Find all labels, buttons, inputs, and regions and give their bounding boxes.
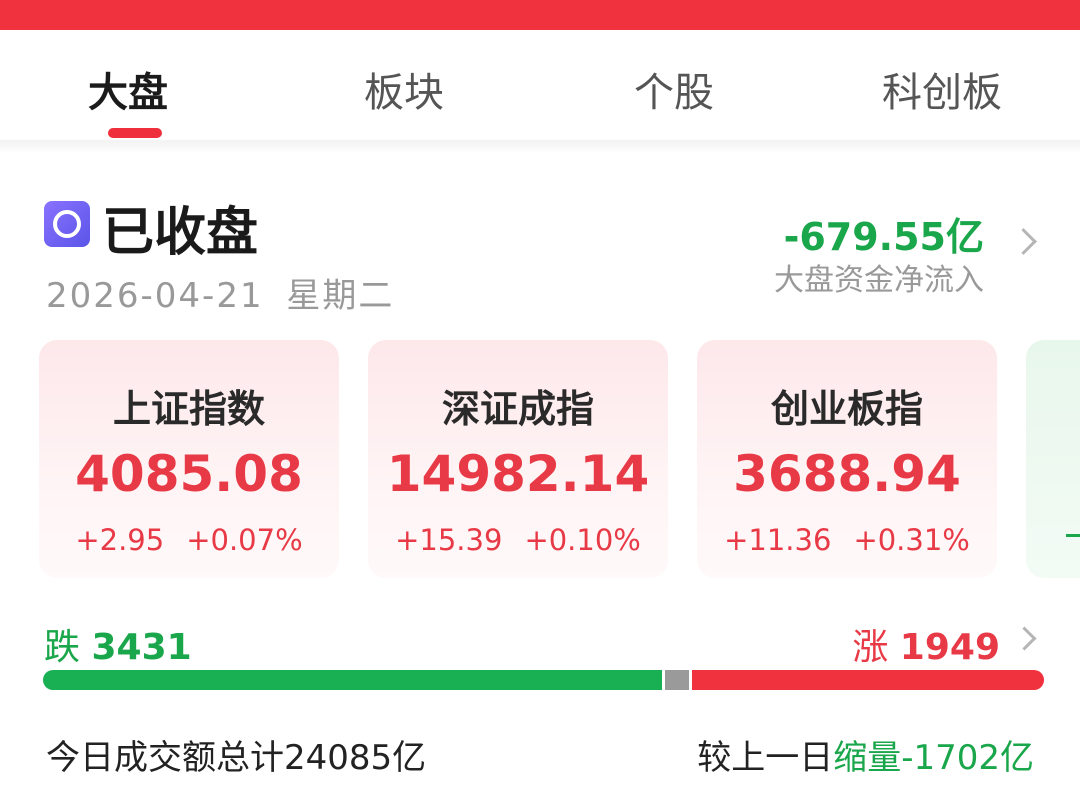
active-tab-indicator xyxy=(108,128,162,138)
chevron-right-icon[interactable] xyxy=(1012,626,1037,651)
capital-flow-label[interactable]: 大盘资金净流入 xyxy=(774,255,984,299)
market-date: 2026-04-21 星期二 xyxy=(46,268,394,317)
status-bar xyxy=(0,0,1080,30)
tab-dapan[interactable]: 大盘 xyxy=(88,60,168,118)
index-change-pct: +0.31% xyxy=(853,523,970,557)
index-card-shanghai[interactable]: 上证指数 4085.08 +2.95 +0.07% xyxy=(39,340,339,578)
partial-card-dash xyxy=(1066,534,1080,537)
index-card-chinext[interactable]: 创业板指 3688.94 +11.36 +0.31% xyxy=(697,340,997,578)
market-tabs: 大盘 板块 个股 科创板 xyxy=(0,30,1080,140)
compare-kind: 缩量 xyxy=(833,738,902,778)
breadth-bar-down xyxy=(43,670,662,690)
index-value: 14982.14 xyxy=(386,445,650,503)
compare-value: -1702亿 xyxy=(901,738,1034,778)
market-date-value: 2026-04-21 xyxy=(46,276,264,316)
index-changes: +2.95 +0.07% xyxy=(39,523,339,557)
market-status-title: 已收盘 xyxy=(102,203,259,263)
turnover-compare: 较上一日缩量-1702亿 xyxy=(697,730,1034,779)
tab-kechuangban[interactable]: 科创板 xyxy=(882,60,1002,118)
index-value: 4085.08 xyxy=(75,445,303,503)
decliners-label: 跌 xyxy=(44,627,81,668)
breadth-bar xyxy=(43,670,1044,690)
chevron-right-icon[interactable] xyxy=(1010,228,1037,255)
index-card-shenzhen[interactable]: 深证成指 14982.14 +15.39 +0.10% xyxy=(368,340,668,578)
market-closed-icon xyxy=(44,201,90,247)
advancers-count[interactable]: 涨 1949 xyxy=(852,618,1000,670)
turnover-amount: 24085亿 xyxy=(284,738,427,778)
compare-label: 较上一日 xyxy=(697,738,834,778)
decliners-number: 3431 xyxy=(91,627,192,668)
index-change: +15.39 xyxy=(395,523,503,557)
tab-bankuai[interactable]: 板块 xyxy=(364,60,444,118)
breadth-bar-up xyxy=(692,670,1044,690)
index-change: +11.36 xyxy=(724,523,832,557)
index-name: 创业板指 xyxy=(770,387,923,431)
decliners-count[interactable]: 跌 3431 xyxy=(44,618,192,670)
turnover-total: 今日成交额总计24085亿 xyxy=(46,730,426,779)
breadth-bar-flat xyxy=(665,670,689,690)
tab-gegu[interactable]: 个股 xyxy=(634,60,714,118)
index-changes: +15.39 +0.10% xyxy=(368,523,668,557)
index-changes: +11.36 +0.31% xyxy=(697,523,997,557)
turnover-label: 今日成交额总计 xyxy=(46,738,284,778)
index-name: 深证成指 xyxy=(441,387,594,431)
capital-flow-value[interactable]: -679.55亿 xyxy=(784,206,984,261)
advancers-label: 涨 xyxy=(852,627,889,668)
market-weekday: 星期二 xyxy=(286,276,395,316)
advancers-number: 1949 xyxy=(899,627,1000,668)
index-change-pct: +0.07% xyxy=(186,523,303,557)
index-card-partial[interactable] xyxy=(1026,340,1080,578)
index-change: +2.95 xyxy=(75,523,165,557)
index-change-pct: +0.10% xyxy=(524,523,641,557)
index-value: 3688.94 xyxy=(733,445,961,503)
index-name: 上证指数 xyxy=(112,387,265,431)
tabs-divider xyxy=(0,140,1080,154)
